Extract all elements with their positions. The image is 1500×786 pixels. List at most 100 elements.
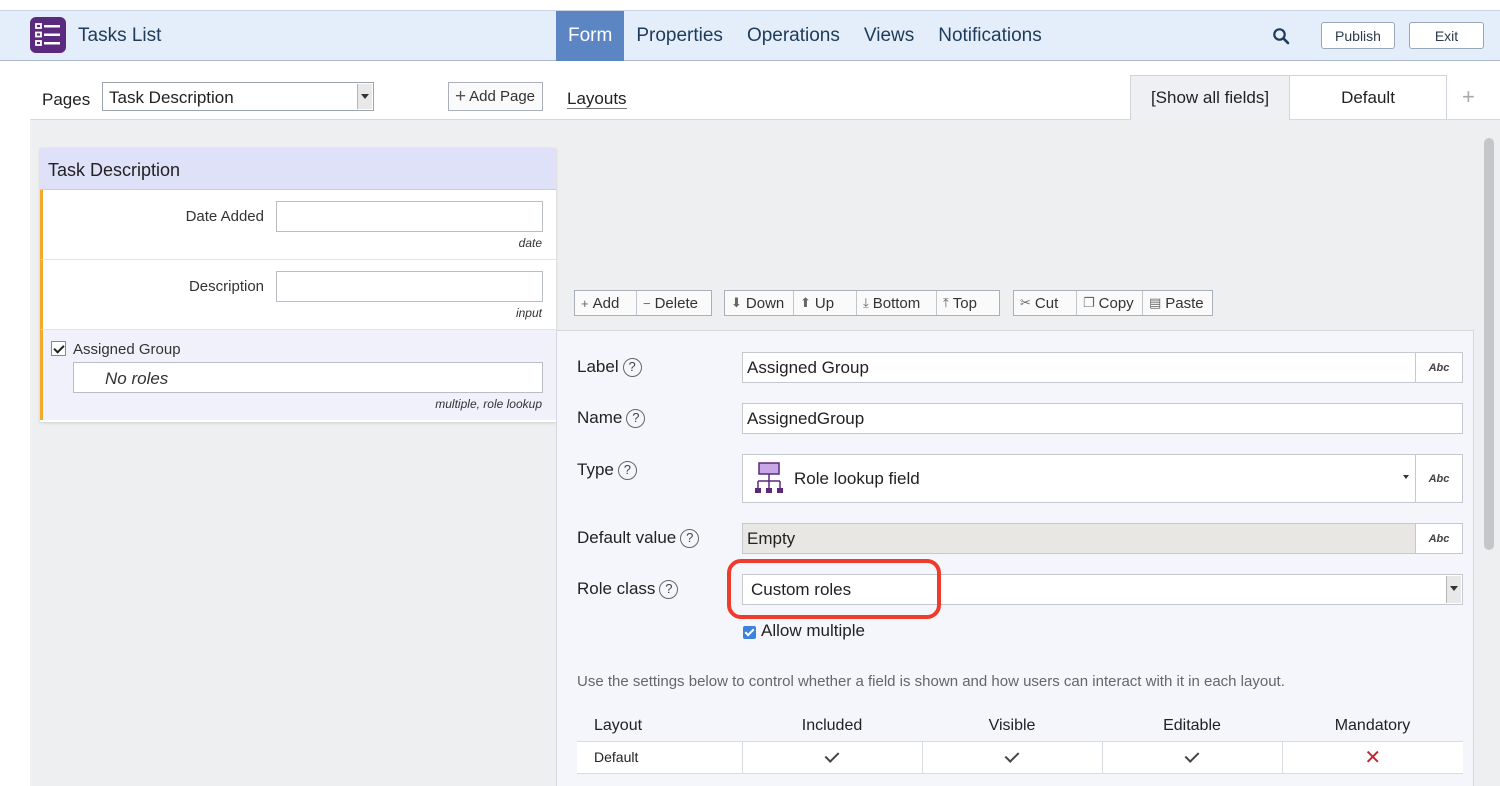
top-button[interactable]: ⤒ Top: [937, 291, 999, 315]
field-type: multiple, role lookup: [435, 397, 542, 411]
publish-button[interactable]: Publish: [1321, 22, 1395, 49]
description-input[interactable]: [276, 271, 543, 302]
form-preview-card: Task Description Date Added date Descrip…: [40, 148, 556, 422]
form-page-title: Task Description: [40, 148, 556, 190]
arrow-down-icon: ⬇: [731, 295, 742, 310]
pages-label: Pages: [42, 90, 91, 109]
paste-button[interactable]: ▤ Paste: [1143, 291, 1212, 315]
role-lookup-icon: [753, 461, 785, 500]
cut-button[interactable]: ✂ Cut: [1014, 291, 1077, 315]
help-icon[interactable]: ?: [626, 408, 646, 428]
layouts-label[interactable]: Layouts: [567, 90, 627, 109]
highlight-annotation: [727, 559, 941, 619]
tab-properties[interactable]: Properties: [624, 11, 735, 61]
default-value-property-label: Default value?: [577, 528, 700, 548]
type-property-label: Type?: [577, 460, 637, 480]
app-title: Tasks List: [78, 25, 162, 46]
assigned-group-value: No roles: [105, 369, 169, 388]
down-button[interactable]: ⬇ Down: [725, 291, 794, 315]
top-bar: Tasks List Form Properties Operations Vi…: [0, 10, 1500, 61]
chevron-down-icon[interactable]: [1446, 576, 1461, 603]
up-button[interactable]: ⬆ Up: [794, 291, 857, 315]
name-property-label: Name?: [577, 408, 646, 428]
task-list-app-icon: [30, 17, 66, 53]
visible-cell[interactable]: [921, 740, 1102, 774]
column-header: Layout: [594, 716, 643, 734]
arrow-bottom-icon: ⤓: [863, 295, 869, 310]
layout-tab-show-all[interactable]: [Show all fields]: [1130, 75, 1290, 120]
check-icon: [1184, 748, 1200, 763]
column-header: Mandatory: [1334, 716, 1411, 734]
main-nav: Form Properties Operations Views Notific…: [556, 11, 1054, 61]
field-properties-panel: Label? Assigned Group Abc Name? Assigned…: [556, 330, 1474, 786]
add-layout-icon[interactable]: +: [1462, 84, 1475, 110]
cross-icon: ✕: [1364, 746, 1382, 769]
column-header: Editable: [1163, 716, 1221, 734]
field-type: date: [518, 236, 542, 250]
scissors-icon: ✂: [1020, 295, 1031, 310]
mandatory-cell[interactable]: ✕: [1281, 740, 1463, 774]
table-row: Default ✕: [577, 740, 1463, 774]
delete-button[interactable]: − Delete: [637, 291, 711, 315]
search-icon[interactable]: [1272, 27, 1290, 45]
date-added-input[interactable]: [276, 201, 543, 232]
layout-name-cell: Default: [577, 740, 742, 774]
label-input[interactable]: Assigned Group Abc: [742, 352, 1463, 383]
column-header: Included: [801, 716, 863, 734]
tab-notifications[interactable]: Notifications: [926, 11, 1054, 61]
allow-multiple-checkbox[interactable]: [743, 626, 756, 639]
arrow-up-icon: ⬆: [800, 295, 811, 310]
pages-bar: Pages Task Description + Add Page: [30, 62, 556, 120]
field-label: Description: [188, 278, 264, 295]
field-select-checkbox[interactable]: [51, 341, 66, 356]
field-description[interactable]: Description input: [40, 260, 556, 330]
add-page-button[interactable]: + Add Page: [448, 82, 543, 111]
abc-translate-icon[interactable]: Abc: [1415, 353, 1462, 382]
help-icon[interactable]: ?: [659, 579, 679, 599]
abc-translate-icon[interactable]: Abc: [1415, 524, 1462, 553]
chevron-down-icon[interactable]: [1403, 475, 1409, 479]
allow-multiple-label: Allow multiple: [761, 621, 865, 640]
tab-views[interactable]: Views: [852, 11, 926, 61]
help-icon[interactable]: ?: [617, 460, 637, 480]
add-button[interactable]: + Add: [575, 291, 637, 315]
tab-operations[interactable]: Operations: [735, 11, 852, 61]
abc-translate-icon[interactable]: Abc: [1415, 455, 1462, 502]
check-icon: [824, 748, 840, 763]
editable-cell[interactable]: [1101, 740, 1282, 774]
table-header-row: Layout Included Visible Editable Mandato…: [577, 711, 1463, 741]
arrow-top-icon: ⤒: [943, 295, 949, 310]
field-date-added[interactable]: Date Added date: [40, 190, 556, 260]
assigned-group-input[interactable]: No roles: [73, 362, 543, 393]
page-select-value: Task Description: [109, 88, 234, 107]
help-icon[interactable]: ?: [622, 357, 642, 377]
help-icon[interactable]: ?: [680, 528, 700, 548]
role-class-property-label: Role class?: [577, 579, 679, 599]
copy-icon: ❐: [1083, 295, 1095, 310]
tab-form[interactable]: Form: [556, 11, 625, 61]
type-select[interactable]: Role lookup field Abc: [742, 454, 1463, 503]
included-cell[interactable]: [741, 740, 922, 774]
scrollbar[interactable]: [1484, 138, 1494, 550]
add-delete-group: + Add − Delete: [574, 290, 712, 316]
plus-icon: +: [581, 295, 589, 311]
field-assigned-group[interactable]: Assigned Group No roles multiple, role l…: [40, 330, 556, 420]
copy-button[interactable]: ❐ Copy: [1077, 291, 1143, 315]
layout-permissions-table: Layout Included Visible Editable Mandato…: [577, 711, 1463, 774]
layout-tab-default[interactable]: Default: [1290, 75, 1447, 120]
name-input[interactable]: AssignedGroup: [742, 403, 1463, 434]
field-label: Assigned Group: [73, 341, 181, 358]
page-select[interactable]: Task Description: [102, 82, 374, 111]
move-group: ⬇ Down ⬆ Up ⤓ Bottom ⤒ Top: [724, 290, 1000, 316]
paste-icon: ▤: [1149, 295, 1162, 310]
exit-button[interactable]: Exit: [1409, 22, 1484, 49]
minus-icon: −: [643, 295, 651, 311]
bottom-button[interactable]: ⤓ Bottom: [857, 291, 937, 315]
layouts-bar: Layouts [Show all fields] Default +: [556, 62, 1500, 120]
default-value-input[interactable]: Empty Abc: [742, 523, 1463, 554]
field-label: Date Added: [185, 208, 264, 225]
chevron-down-icon[interactable]: [357, 84, 372, 109]
add-page-label: Add Page: [469, 88, 535, 105]
clipboard-group: ✂ Cut ❐ Copy ▤ Paste: [1013, 290, 1213, 316]
column-header: Visible: [988, 716, 1036, 734]
